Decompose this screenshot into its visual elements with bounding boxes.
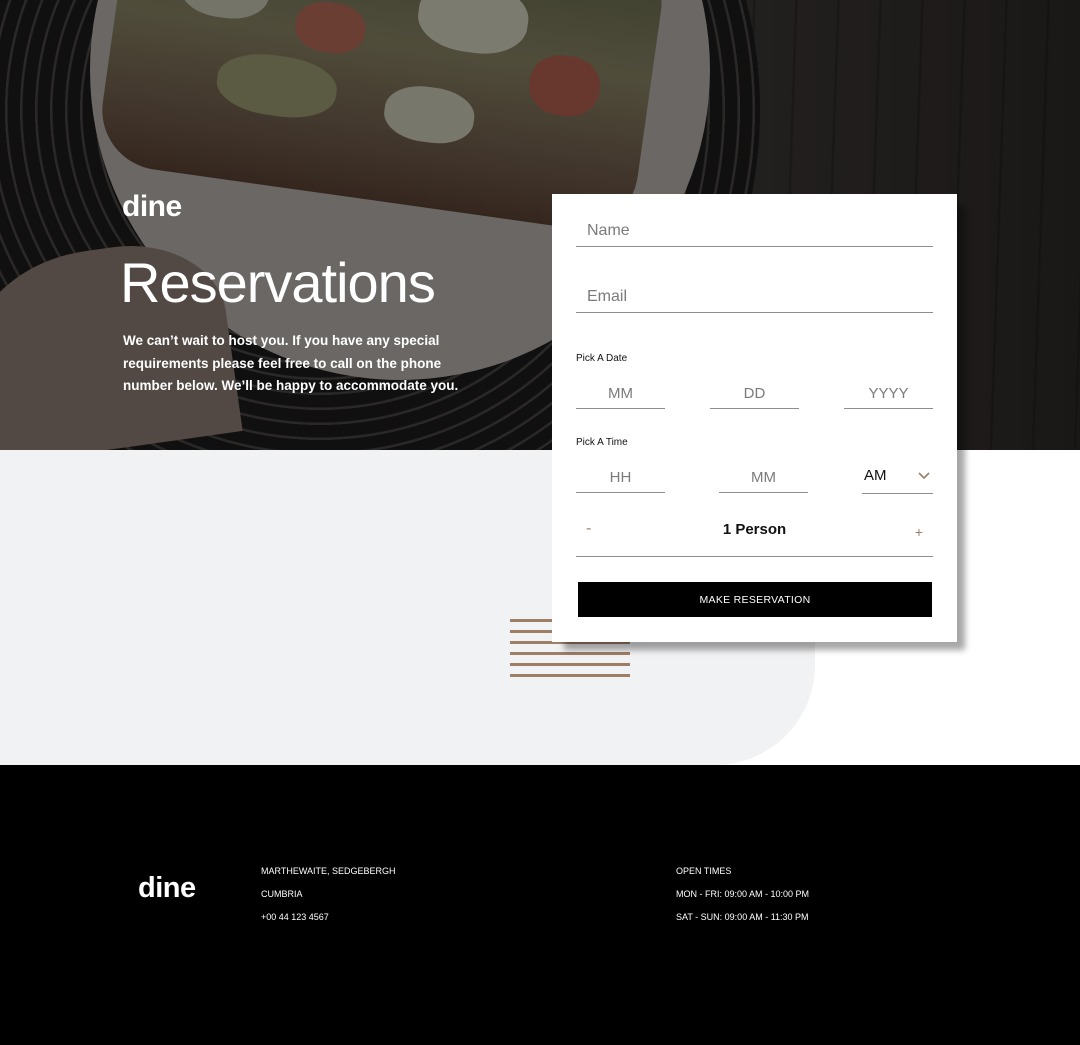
reservation-form: Pick A Date Pick A Time AM - 1 Person + …: [552, 194, 957, 642]
footer-logo[interactable]: dine: [138, 872, 196, 905]
footer: dine MARTHEWAITE, SEDGEBERGH CUMBRIA +00…: [0, 765, 1080, 1045]
time-hour-input[interactable]: [576, 462, 665, 492]
name-field: [576, 216, 933, 247]
address-line-1: MARTHEWAITE, SEDGEBERGH: [261, 866, 396, 876]
date-year-input[interactable]: [844, 378, 933, 408]
phone-number: +00 44 123 4567: [261, 912, 329, 922]
persons-stepper: - 1 Person +: [576, 511, 933, 557]
make-reservation-button[interactable]: MAKE RESERVATION: [578, 582, 932, 617]
date-day-input[interactable]: [710, 378, 799, 408]
date-month-input[interactable]: [576, 378, 665, 408]
time-minute-field: [719, 462, 808, 493]
date-label: Pick A Date: [576, 353, 628, 364]
time-minute-input[interactable]: [719, 462, 808, 492]
footer-address: MARTHEWAITE, SEDGEBERGH CUMBRIA +00 44 1…: [261, 860, 396, 929]
address-line-2: CUMBRIA: [261, 889, 303, 899]
chevron-down-icon: [918, 472, 930, 480]
date-year-field: [844, 378, 933, 409]
time-period-select[interactable]: AM: [862, 460, 933, 494]
open-times-title: OPEN TIMES: [676, 866, 732, 876]
name-input[interactable]: [576, 216, 933, 246]
time-period-value: AM: [864, 467, 887, 484]
email-field: [576, 282, 933, 313]
weekend-hours: SAT - SUN: 09:00 AM - 11:30 PM: [676, 912, 809, 922]
page-title: Reservations: [120, 251, 436, 314]
footer-open-times: OPEN TIMES MON - FRI: 09:00 AM - 10:00 P…: [676, 860, 809, 929]
increment-button[interactable]: +: [915, 524, 923, 540]
date-month-field: [576, 378, 665, 409]
email-input[interactable]: [576, 282, 933, 312]
date-day-field: [710, 378, 799, 409]
hero-description: We can’t wait to host you. If you have a…: [123, 333, 459, 393]
hero-logo[interactable]: dine: [122, 190, 182, 224]
weekday-hours: MON - FRI: 09:00 AM - 10:00 PM: [676, 889, 810, 899]
persons-count: 1 Person: [722, 521, 787, 538]
time-hour-field: [576, 462, 665, 493]
time-label: Pick A Time: [576, 437, 628, 448]
